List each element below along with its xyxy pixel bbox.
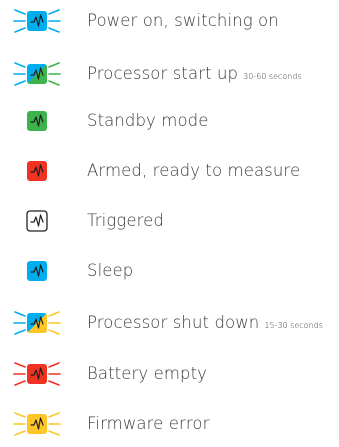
legend-row-power-on: Power on, switching on — [0, 1, 339, 41]
heartbeat-icon — [6, 404, 68, 444]
heartbeat-icon — [6, 354, 68, 394]
legend-note: 15-30 seconds — [264, 321, 323, 330]
heartbeat-icon — [6, 54, 68, 94]
legend-row-triggered: Triggered — [0, 201, 339, 241]
status-icon-graphic — [13, 362, 61, 386]
status-icon-graphic — [27, 161, 47, 181]
heartbeat-icon — [6, 201, 68, 241]
legend-label: Firmware error — [87, 414, 210, 433]
legend-label: Processor start up 30-60 seconds — [87, 64, 302, 83]
heartbeat-icon — [6, 303, 68, 343]
status-icon-graphic — [27, 261, 47, 281]
status-icon-graphic — [13, 9, 61, 33]
legend-label: Triggered — [87, 211, 164, 230]
legend-row-battery-empty: Battery empty — [0, 354, 339, 394]
heartbeat-icon — [6, 251, 68, 291]
heartbeat-icon — [6, 101, 68, 141]
legend-row-sleep: Sleep — [0, 251, 339, 291]
heartbeat-icon — [6, 151, 68, 191]
legend-row-processor-shutdown: Processor shut down 15-30 seconds — [0, 303, 339, 343]
legend-label: Processor shut down 15-30 seconds — [87, 313, 323, 332]
status-icon-graphic — [26, 210, 48, 232]
legend-label: Power on, switching on — [87, 11, 279, 30]
legend-row-armed: Armed, ready to measure — [0, 151, 339, 191]
legend-label: Sleep — [87, 261, 134, 280]
legend-label: Armed, ready to measure — [87, 161, 301, 180]
status-icon-graphic — [13, 62, 61, 86]
heartbeat-icon — [6, 1, 68, 41]
legend-label: Standby mode — [87, 111, 209, 130]
status-icon-graphic — [27, 111, 47, 131]
status-icon-graphic — [13, 311, 61, 335]
status-icon-graphic — [13, 412, 61, 436]
legend-label: Battery empty — [87, 364, 208, 383]
legend-row-standby: Standby mode — [0, 101, 339, 141]
legend-row-firmware-error: Firmware error — [0, 404, 339, 444]
legend-row-processor-start: Processor start up 30-60 seconds — [0, 54, 339, 94]
legend-note: 30-60 seconds — [243, 72, 302, 81]
status-legend: Power on, switching on Processor start u… — [0, 0, 339, 439]
